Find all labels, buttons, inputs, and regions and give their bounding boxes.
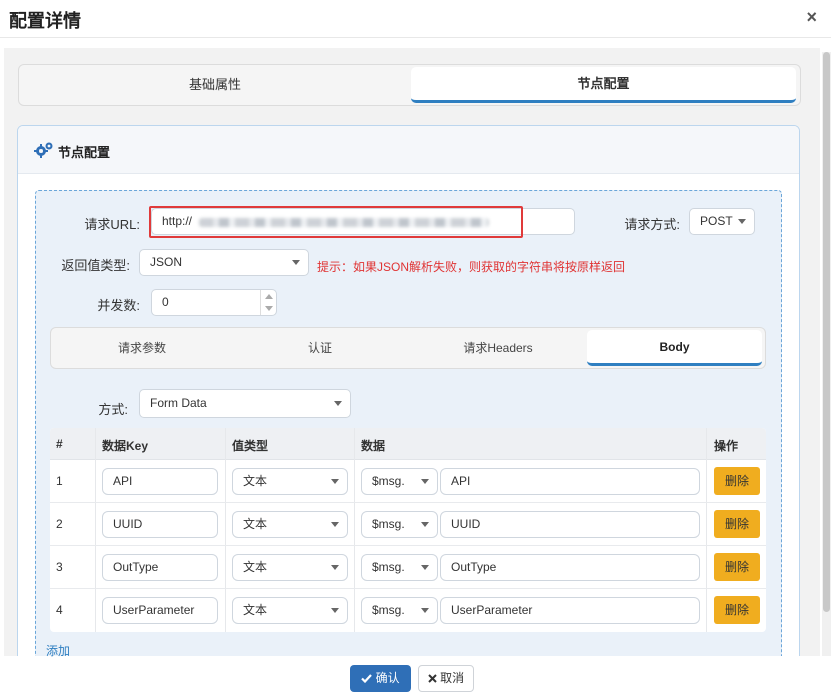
row-index: 3 — [56, 560, 63, 574]
body-mode-label: 方式: — [98, 402, 128, 417]
data-prefix-select[interactable]: $msg. — [361, 597, 438, 624]
chevron-down-icon — [421, 565, 429, 570]
chevron-down-icon — [334, 401, 342, 406]
value-type-select[interactable]: 文本 — [232, 597, 348, 624]
chevron-down-icon — [331, 479, 339, 484]
chevron-down-icon — [292, 260, 300, 265]
gears-icon — [34, 142, 53, 158]
col-actions: 操作 — [714, 439, 739, 453]
concurrency-stepper[interactable]: 0 — [151, 289, 277, 316]
return-type-value: JSON — [150, 255, 183, 269]
method-label: 请求方式: — [624, 217, 680, 232]
data-prefix-value: $msg. — [372, 603, 405, 617]
vertical-scrollbar[interactable] — [822, 52, 831, 656]
return-type-label: 返回值类型: — [61, 258, 130, 273]
table-row: 1 API 文本 $msg. API 删除 — [50, 460, 766, 503]
table-row: 3 OutType 文本 $msg. OutType 删除 — [50, 546, 766, 589]
panel-header: 节点配置 — [18, 126, 799, 174]
row-index: 1 — [56, 474, 63, 488]
dialog-header: 配置详情 × — [0, 0, 831, 38]
data-value-input[interactable]: OutType — [440, 554, 700, 581]
node-config-form: 请求URL: http:// 请求方式: POST 返回值类型: JSON 提示 — [35, 190, 782, 656]
data-key-input[interactable]: OutType — [102, 554, 218, 581]
url-highlight-box — [149, 206, 523, 238]
row-index: 4 — [56, 603, 63, 617]
check-icon — [361, 674, 373, 684]
data-value-input[interactable]: UserParameter — [440, 597, 700, 624]
dialog-body: 基础属性 节点配置 节点配置 请求URL: http:// 请求方式: POST… — [4, 48, 820, 656]
confirm-button[interactable]: 确认 — [350, 665, 411, 692]
col-value-type: 值类型 — [232, 439, 269, 453]
body-mode-value: Form Data — [150, 396, 207, 410]
top-tab-bar: 基础属性 节点配置 — [18, 64, 801, 106]
json-hint-text: 提示：如果JSON解析失败，则获取的字符串将按原样返回 — [317, 260, 626, 274]
body-mode-select[interactable]: Form Data — [139, 389, 351, 418]
tab-node-config[interactable]: 节点配置 — [411, 67, 796, 103]
table-row: 4 UserParameter 文本 $msg. UserParameter 删… — [50, 589, 766, 632]
cancel-label: 取消 — [440, 671, 465, 685]
tab-request-headers[interactable]: 请求Headers — [409, 330, 587, 366]
config-detail-dialog: 配置详情 × 基础属性 节点配置 节点配置 请求URL: http:// 请求方… — [0, 0, 831, 696]
scrollbar-thumb[interactable] — [823, 52, 830, 612]
value-type-value: 文本 — [243, 474, 268, 488]
data-prefix-value: $msg. — [372, 474, 405, 488]
chevron-down-icon — [738, 219, 746, 224]
confirm-label: 确认 — [375, 671, 400, 685]
col-data-key: 数据Key — [102, 439, 149, 453]
value-type-value: 文本 — [243, 603, 268, 617]
chevron-down-icon — [331, 522, 339, 527]
col-index: # — [56, 437, 63, 451]
chevron-down-icon — [421, 479, 429, 484]
method-value: POST — [700, 214, 733, 228]
node-config-panel: 节点配置 请求URL: http:// 请求方式: POST 返回值类型: JS… — [17, 125, 800, 656]
delete-row-button[interactable]: 删除 — [714, 467, 760, 495]
value-type-value: 文本 — [243, 560, 268, 574]
value-type-select[interactable]: 文本 — [232, 468, 348, 495]
return-type-select[interactable]: JSON — [139, 249, 309, 276]
request-tab-bar: 请求参数 认证 请求Headers Body — [50, 327, 766, 369]
cancel-button[interactable]: 取消 — [418, 665, 474, 692]
delete-row-button[interactable]: 删除 — [714, 596, 760, 624]
data-key-input[interactable]: UUID — [102, 511, 218, 538]
chevron-down-icon — [331, 608, 339, 613]
chevron-down-icon — [421, 608, 429, 613]
tab-body[interactable]: Body — [587, 330, 762, 366]
tab-basic-properties[interactable]: 基础属性 — [21, 67, 409, 103]
data-prefix-value: $msg. — [372, 517, 405, 531]
close-icon[interactable]: × — [806, 7, 817, 28]
table-row: 2 UUID 文本 $msg. UUID 删除 — [50, 503, 766, 546]
data-prefix-select[interactable]: $msg. — [361, 511, 438, 538]
concurrency-label: 并发数: — [97, 298, 140, 313]
data-key-input[interactable]: UserParameter — [102, 597, 218, 624]
data-prefix-value: $msg. — [372, 560, 405, 574]
body-params-table: # 数据Key 值类型 数据 操作 1 API 文本 $msg. API 删除 … — [50, 428, 766, 632]
row-index: 2 — [56, 517, 63, 531]
dialog-footer: 确认 取消 — [0, 657, 831, 696]
method-select[interactable]: POST — [689, 208, 755, 235]
value-type-value: 文本 — [243, 517, 268, 531]
panel-title: 节点配置 — [58, 145, 111, 160]
data-value-input[interactable]: API — [440, 468, 700, 495]
data-prefix-select[interactable]: $msg. — [361, 468, 438, 495]
increment-icon[interactable] — [265, 294, 273, 299]
dialog-title: 配置详情 — [9, 11, 81, 31]
data-prefix-select[interactable]: $msg. — [361, 554, 438, 581]
value-type-select[interactable]: 文本 — [232, 554, 348, 581]
col-data: 数据 — [361, 439, 386, 453]
x-icon — [428, 674, 437, 683]
tab-auth[interactable]: 认证 — [231, 330, 409, 366]
value-type-select[interactable]: 文本 — [232, 511, 348, 538]
tab-request-params[interactable]: 请求参数 — [53, 330, 231, 366]
decrement-icon[interactable] — [265, 306, 273, 311]
data-value-input[interactable]: UUID — [440, 511, 700, 538]
delete-row-button[interactable]: 删除 — [714, 553, 760, 581]
chevron-down-icon — [331, 565, 339, 570]
table-header: # 数据Key 值类型 数据 操作 — [50, 428, 766, 460]
data-key-input[interactable]: API — [102, 468, 218, 495]
delete-row-button[interactable]: 删除 — [714, 510, 760, 538]
chevron-down-icon — [421, 522, 429, 527]
stepper-buttons[interactable] — [260, 290, 276, 315]
concurrency-value: 0 — [162, 295, 169, 309]
url-label: 请求URL: — [84, 217, 140, 232]
